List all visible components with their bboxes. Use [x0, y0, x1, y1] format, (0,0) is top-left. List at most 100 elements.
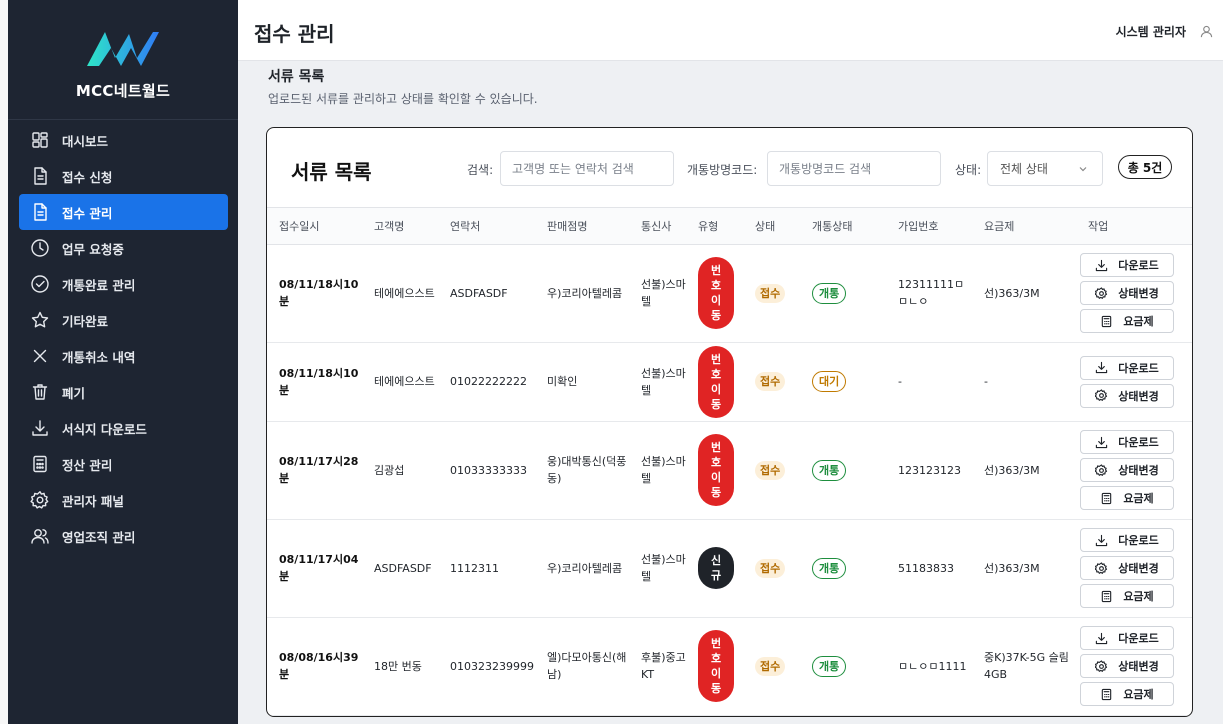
- calculator-icon: [30, 454, 50, 474]
- action-label: 요금제: [1123, 315, 1154, 328]
- cell-date: 08/11/17시28분: [267, 421, 362, 520]
- cell-status: 접수: [743, 519, 800, 618]
- gear-icon: [30, 490, 50, 510]
- user-icon: [1200, 25, 1213, 38]
- action-label: 상태변경: [1118, 389, 1159, 403]
- column-header: 가입번호: [886, 208, 972, 245]
- cell-carrier: 선불)스마텔: [629, 519, 686, 618]
- status-select-value: 전체 상태: [1000, 162, 1048, 176]
- table-header-row: 접수일시 고객명 연락처 판매점명 통신사 유형 상태 개통상태 가입번호 요금제 작업: [267, 208, 1192, 245]
- action-label: 요금제: [1123, 492, 1154, 505]
- cell-signup-number: 12311111ㅁㅁㄴㅇ: [886, 244, 972, 343]
- sidebar-item-10[interactable]: 관리자 패널: [19, 482, 228, 518]
- open-status-badge: 개통: [812, 655, 847, 677]
- sidebar-nav: 대시보드접수 신청접수 관리업무 요청중 개통완료 관리 기타완료개통취소 내역폐기…: [8, 120, 238, 554]
- sidebar-item-label: 접수 신청: [62, 169, 113, 185]
- cell-plan: 중K)37K-5G 슬림 4GB: [972, 617, 1076, 716]
- cell-phone: 01033333333: [438, 421, 535, 520]
- change-status-button[interactable]: 상태변경: [1080, 383, 1174, 408]
- card-title: 서류 목록: [291, 160, 372, 184]
- document-icon: [30, 166, 50, 186]
- change-status-button[interactable]: 상태변경: [1080, 458, 1174, 482]
- user-name: 시스템 관리자: [1115, 25, 1186, 39]
- type-badge: 번호이동: [698, 434, 734, 506]
- type-badge: 신규: [698, 547, 734, 589]
- table-row[interactable]: 08/11/18시10분 테에에으스트 ASDFASDF 우)코리아텔레콤 선불)스마텔…: [267, 244, 1192, 343]
- cell-actions: 다운로드상태변경: [1076, 342, 1192, 422]
- table-row[interactable]: 08/11/17시04분 ASDFASDF 1112311 우)코리아텔레콤 선불)스마…: [267, 519, 1192, 618]
- documents-card: 서류 목록 검색: 개통방명코드: 상태: 전체 상태 총 5건 접수일시고객명…: [266, 127, 1193, 717]
- brand: MCC네트월드: [8, 0, 238, 120]
- user-menu[interactable]: 시스템 관리자: [1116, 23, 1213, 40]
- status-select[interactable]: 전체 상태: [987, 151, 1103, 186]
- cell-actions: 다운로드상태변경요금제: [1076, 421, 1192, 520]
- sidebar-item-5[interactable]: 기타완료: [19, 302, 228, 338]
- table-body: 08/11/18시10분 테에에으스트 ASDFASDF 우)코리아텔레콤 선불)스마텔…: [267, 244, 1192, 716]
- sidebar-item-0[interactable]: 대시보드: [19, 122, 228, 158]
- cell-status: 접수: [743, 244, 800, 343]
- change-status-button[interactable]: 상태변경: [1080, 556, 1174, 580]
- sidebar-item-4[interactable]: 개통완료 관리: [19, 266, 228, 302]
- cell-open-status: 개통: [800, 421, 886, 520]
- trash-icon: [30, 382, 50, 402]
- sidebar-item-8[interactable]: 서식지 다운로드: [19, 410, 228, 446]
- cell-date: 08/11/18시10분: [267, 342, 362, 422]
- open-status-badge: 대기: [812, 371, 847, 392]
- cell-store: 웅)대박통신(덕풍동): [535, 421, 629, 520]
- table-row[interactable]: 08/11/18시10분 테에에으스트 01022222222 미확인 선불)스마텔 번 호…: [267, 342, 1192, 422]
- plan-button[interactable]: 요금제: [1080, 682, 1174, 706]
- download-button[interactable]: 다운로드: [1080, 528, 1174, 552]
- sidebar-item-7[interactable]: 폐기: [19, 374, 228, 410]
- download-button[interactable]: 다운로드: [1080, 430, 1174, 454]
- topbar: 접수 관리 시스템 관리자: [238, 0, 1223, 61]
- sidebar-item-label: 서식지 다운로드: [62, 421, 147, 437]
- download-button[interactable]: 다운로드: [1080, 253, 1174, 277]
- plan-button[interactable]: 요금제: [1080, 584, 1174, 608]
- table-row[interactable]: 08/11/17시28분 김광섭 01033333333 웅)대박통신(덕풍동) 선불)…: [267, 421, 1192, 520]
- cell-phone: ASDFASDF: [438, 244, 535, 343]
- calculator-icon: [1102, 688, 1112, 700]
- cell-store: 엘)다모아통신(해남): [535, 617, 629, 716]
- cell-date: 08/11/17시04분: [267, 519, 362, 618]
- download-button[interactable]: 다운로드: [1080, 626, 1174, 650]
- sidebar-item-6[interactable]: 개통취소 내역: [19, 338, 228, 374]
- sidebar-item-label: 개통취소 내역: [62, 349, 136, 365]
- documents-table: 접수일시 고객명 연락처 판매점명 통신사 유형 상태 개통상태 가입번호 요금제 작업 08/11…: [267, 208, 1192, 716]
- sidebar-item-label: 접수 관리: [62, 205, 113, 221]
- sidebar-item-2[interactable]: 접수 관리: [19, 194, 228, 230]
- cell-signup-number: 51183833: [886, 519, 972, 618]
- cell-store: 미확인: [535, 342, 629, 422]
- clock-icon: [30, 238, 50, 258]
- cell-customer: ASDFASDF: [362, 519, 438, 618]
- column-header: 작업: [1076, 208, 1192, 245]
- code-search-input[interactable]: [767, 151, 941, 186]
- change-status-button[interactable]: 상태변경: [1080, 654, 1174, 678]
- sidebar-item-9[interactable]: 정산 관리: [19, 446, 228, 482]
- cell-store: 우)코리아텔레콤: [535, 519, 629, 618]
- sidebar-item-3[interactable]: 업무 요청중: [19, 230, 228, 266]
- download-button[interactable]: 다운로드: [1080, 355, 1174, 380]
- column-header: 상태: [743, 208, 800, 245]
- dashboard-icon: [30, 130, 50, 150]
- total-count-badge: 총 5건: [1118, 155, 1172, 179]
- cell-type: 신규: [686, 519, 743, 618]
- status-badge: 접수: [755, 558, 786, 578]
- document-icon: [30, 202, 50, 222]
- sidebar-item-11[interactable]: 영업조직 관리: [19, 518, 228, 554]
- cell-type: 번호이동: [686, 244, 743, 343]
- search-input[interactable]: [500, 151, 674, 186]
- type-badge: 번호이동: [698, 630, 734, 702]
- gear-icon: [1095, 286, 1108, 299]
- cell-plan: 선)363/3M: [972, 244, 1076, 343]
- plan-button[interactable]: 요금제: [1080, 309, 1174, 333]
- section-subtitle: 업로드된 서류를 관리하고 상태를 확인할 수 있습니다.: [268, 92, 538, 106]
- cell-actions: 다운로드상태변경요금제: [1076, 244, 1192, 343]
- plan-button[interactable]: 요금제: [1080, 486, 1174, 510]
- change-status-button[interactable]: 상태변경: [1080, 281, 1174, 305]
- action-label: 요금제: [1123, 590, 1154, 603]
- download-icon: [1096, 259, 1108, 271]
- open-status-badge: 개통: [812, 459, 847, 481]
- sidebar-item-1[interactable]: 접수 신청: [19, 158, 228, 194]
- open-status-badge: 개통: [812, 557, 847, 579]
- table-row[interactable]: 08/08/16시39분 18만 번동 010323239999 엘)다모아통신(해남…: [267, 617, 1192, 716]
